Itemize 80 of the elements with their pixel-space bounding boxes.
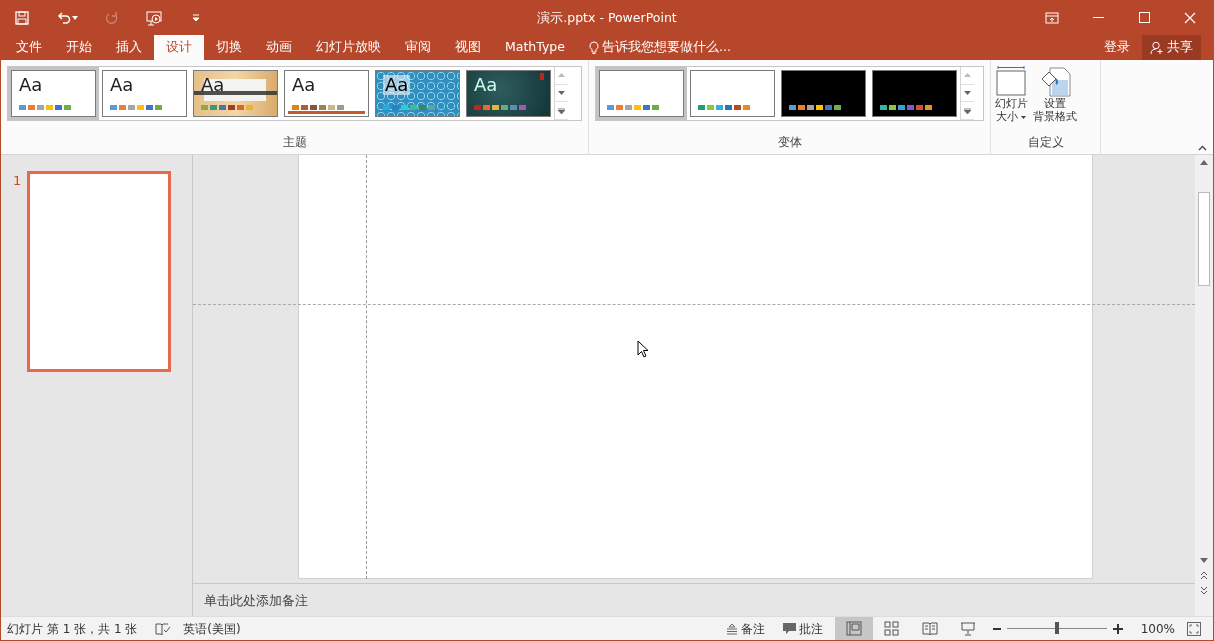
- format-background-button[interactable]: 设置 背景格式: [1032, 66, 1078, 124]
- down-arrow-icon: [1200, 558, 1208, 563]
- normal-view-icon: [845, 621, 862, 636]
- sample-text: Aa: [201, 75, 225, 95]
- caret-icon: [72, 15, 78, 20]
- sample-text: Aa: [474, 75, 498, 95]
- ribbon-display-icon: [1045, 11, 1059, 24]
- more-icon: [558, 107, 565, 114]
- ribbon-tab[interactable]: 设计: [154, 35, 204, 60]
- slide-size-icon: [994, 66, 1028, 97]
- variant-thumbnail[interactable]: [687, 67, 778, 120]
- theme-thumbnail[interactable]: Aa: [372, 67, 463, 120]
- mouse-pointer-icon: [637, 340, 649, 358]
- sample-text: Aa: [383, 75, 411, 95]
- slide-count-text: 幻灯片 第 1 张，共 1 张: [6, 620, 138, 638]
- scrollbar-thumb[interactable]: [1198, 192, 1210, 286]
- zoom-percentage[interactable]: 100%: [1140, 619, 1175, 638]
- group-label: 自定义: [1026, 134, 1065, 151]
- zoom-slider-thumb[interactable]: [1054, 622, 1059, 634]
- double-down-arrow-icon: [1200, 586, 1208, 595]
- slide-sorter-icon: [883, 621, 900, 636]
- language-text[interactable]: 英语(美国): [183, 619, 241, 638]
- slide-thumbnail[interactable]: [27, 171, 172, 372]
- close-icon: [1184, 11, 1196, 24]
- up-arrow-icon: [964, 73, 971, 78]
- slide-size-button[interactable]: 幻灯片 大小: [993, 66, 1029, 124]
- sample-text: Aa: [292, 75, 316, 95]
- collapse-ribbon-icon[interactable]: [1198, 145, 1207, 151]
- group-label: 变体: [776, 134, 803, 151]
- window-title: 演示.pptx - PowerPoint: [536, 9, 678, 27]
- ribbon-tab[interactable]: 文件: [4, 35, 54, 60]
- down-arrow-icon: [558, 91, 565, 95]
- variant-thumbnail[interactable]: [596, 67, 687, 120]
- sample-text: Aa: [19, 75, 43, 95]
- notes-button[interactable]: 备注: [725, 619, 765, 638]
- caret-icon: [1021, 115, 1027, 119]
- presentation-icon: [146, 9, 162, 26]
- person-add-icon: [1150, 40, 1164, 55]
- sample-text: Aa: [110, 75, 134, 95]
- ribbon-tab[interactable]: 审阅: [393, 35, 443, 60]
- variant-thumbnail[interactable]: [869, 67, 960, 120]
- ribbon-tab[interactable]: 开始: [54, 35, 104, 60]
- lightbulb-icon: [589, 40, 599, 55]
- theme-thumbnail[interactable]: Aa: [463, 67, 554, 120]
- slideshow-icon: [959, 621, 976, 636]
- ribbon-tab[interactable]: 动画: [254, 35, 304, 60]
- group-label: 主题: [281, 134, 308, 151]
- tell-me-field[interactable]: 告诉我您想要做什么...: [602, 38, 731, 57]
- down-arrow-icon: [964, 91, 971, 95]
- minimize-icon: [1092, 16, 1104, 19]
- more-icon: [964, 107, 971, 114]
- ribbon-tab[interactable]: MathType: [493, 35, 577, 60]
- theme-thumbnail[interactable]: Aa: [99, 67, 190, 120]
- double-up-arrow-icon: [1200, 571, 1208, 580]
- save-icon: [14, 9, 30, 26]
- ribbon-tab[interactable]: 幻灯片放映: [304, 35, 393, 60]
- theme-thumbnail[interactable]: Aa: [190, 67, 281, 120]
- up-arrow-icon: [1200, 160, 1208, 165]
- notes-icon: [725, 622, 738, 635]
- maximize-icon: [1138, 12, 1150, 23]
- slide-number: 1: [13, 172, 22, 190]
- ribbon-tab[interactable]: 插入: [104, 35, 154, 60]
- reading-view-icon: [921, 621, 938, 636]
- spell-check-icon[interactable]: [155, 621, 172, 636]
- share-button[interactable]: 共享: [1142, 35, 1201, 60]
- ribbon-tab[interactable]: 切换: [204, 35, 254, 60]
- comment-icon: [782, 622, 796, 635]
- comments-button[interactable]: 批注: [782, 619, 823, 638]
- up-arrow-icon: [558, 73, 565, 78]
- ribbon-tab[interactable]: 视图: [443, 35, 493, 60]
- normal-view-button[interactable]: [834, 617, 873, 640]
- fit-to-window-icon[interactable]: [1187, 621, 1201, 636]
- theme-thumbnail[interactable]: Aa: [281, 67, 372, 120]
- sign-in-link[interactable]: 登录: [1104, 38, 1130, 57]
- redo-icon: [104, 9, 120, 26]
- undo-icon: [56, 9, 72, 26]
- minus-icon: [992, 628, 1001, 630]
- plus-icon: [1112, 624, 1123, 634]
- theme-thumbnail[interactable]: Aa: [8, 67, 99, 120]
- variant-thumbnail[interactable]: [778, 67, 869, 120]
